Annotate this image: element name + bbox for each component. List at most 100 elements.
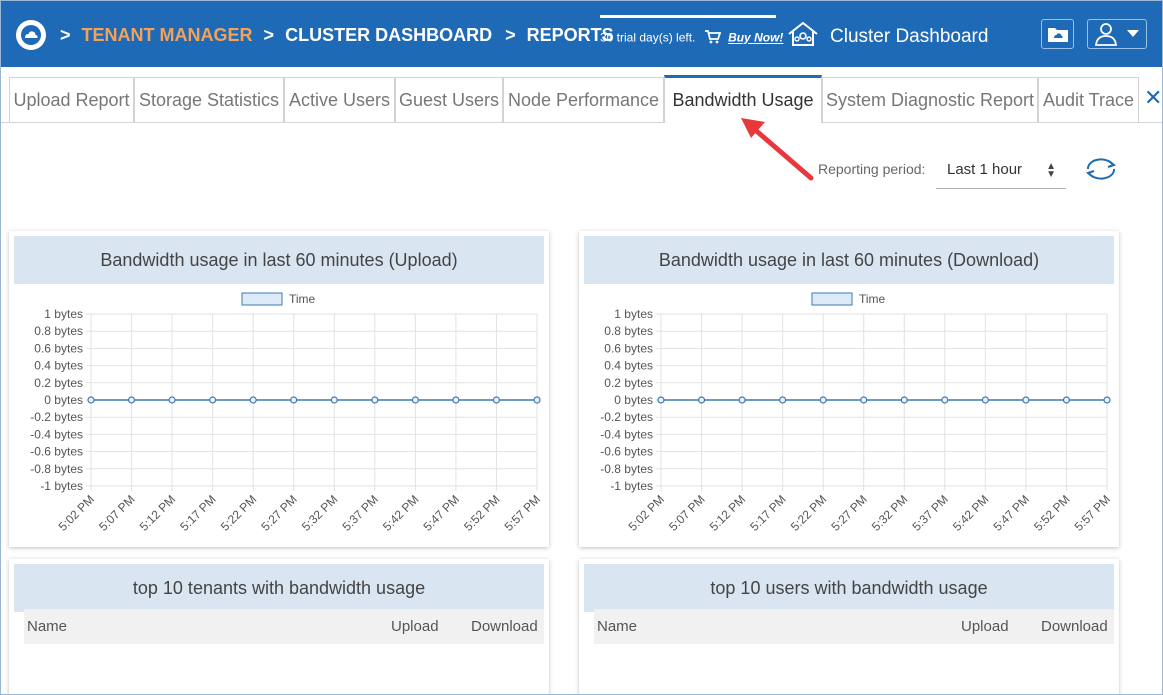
column-download[interactable]: Download <box>471 618 538 635</box>
user-icon <box>1095 23 1118 46</box>
x-tick-label: 5:37 PM <box>909 492 951 534</box>
x-tick-label: 5:32 PM <box>869 492 911 534</box>
legend-swatch <box>811 292 853 306</box>
x-tick-label: 5:22 PM <box>788 492 830 534</box>
data-point <box>127 396 136 404</box>
x-tick-label: 5:07 PM <box>666 492 708 534</box>
y-tick-label: -0.4 bytes <box>600 427 653 441</box>
cloud-logo-icon <box>17 21 45 49</box>
data-point <box>941 396 949 404</box>
y-tick-label: -1 bytes <box>40 479 83 493</box>
trial-notice: 30 trial day(s) left. Buy Now! <box>600 30 783 47</box>
buy-now-link[interactable]: Buy Now! <box>728 31 783 45</box>
tab-storage-statistics[interactable]: Storage Statistics <box>134 77 284 122</box>
data-point <box>981 396 989 404</box>
y-tick-label: 0.2 bytes <box>34 376 83 390</box>
chevron-down-icon <box>1127 30 1139 37</box>
tab-guest-users[interactable]: Guest Users <box>395 77 503 122</box>
y-tick-label: -0.8 bytes <box>30 462 83 476</box>
data-point <box>371 396 379 404</box>
y-tick-label: 0 bytes <box>614 393 653 407</box>
x-tick-label: 5:42 PM <box>380 492 422 534</box>
report-tabs: Upload Report Storage Statistics Active … <box>0 67 1163 123</box>
x-tick-label: 5:52 PM <box>461 492 503 534</box>
x-tick-label: 5:17 PM <box>177 492 219 534</box>
legend-label: Time <box>289 292 316 306</box>
x-tick-label: 5:57 PM <box>502 492 544 534</box>
x-tick-label: 5:37 PM <box>339 492 381 534</box>
data-point <box>779 396 787 404</box>
top-tenants-title: top 10 tenants with bandwidth usage <box>14 564 544 612</box>
x-tick-label: 5:02 PM <box>56 492 98 534</box>
column-name[interactable]: Name <box>597 618 637 635</box>
y-tick-label: 1 bytes <box>614 307 653 321</box>
x-tick-label: 5:52 PM <box>1031 492 1073 534</box>
download-chart: Time 1 bytes 0.8 bytes 0.6 bytes 0.4 bytes 0.… <box>600 292 1113 534</box>
x-tick-label: 5:47 PM <box>991 492 1033 534</box>
data-point <box>209 396 217 404</box>
cluster-home-icon <box>786 20 820 53</box>
refresh-button[interactable] <box>1084 156 1118 187</box>
column-upload[interactable]: Upload <box>391 618 439 635</box>
x-tick-label: 5:17 PM <box>747 492 789 534</box>
x-tick-label: 5:12 PM <box>137 492 179 534</box>
y-tick-label: -0.6 bytes <box>600 445 653 459</box>
x-tick-label: 5:42 PM <box>950 492 992 534</box>
y-tick-label: 0 bytes <box>44 393 83 407</box>
report-toolbar: Reporting period: Last 1 hour ▲ ▼ <box>0 123 1163 201</box>
tab-system-diagnostic-report[interactable]: System Diagnostic Report <box>822 77 1038 122</box>
app-logo[interactable] <box>16 20 46 50</box>
y-tick-label: -0.4 bytes <box>30 427 83 441</box>
select-caret-icon: ▲ ▼ <box>1046 161 1056 180</box>
x-tick-label: 5:12 PM <box>707 492 749 534</box>
top-tenants-table-header: Name Upload Download <box>24 609 544 644</box>
breadcrumb-tenant-manager[interactable]: TENANT MANAGER <box>82 25 253 45</box>
reporting-period-value: Last 1 hour <box>947 161 1023 178</box>
top-header: > TENANT MANAGER > CLUSTER DASHBOARD > R… <box>0 0 1163 67</box>
column-upload[interactable]: Upload <box>961 618 1009 635</box>
user-menu-button[interactable] <box>1087 19 1147 49</box>
y-tick-label: -0.2 bytes <box>30 410 83 424</box>
tab-upload-report[interactable]: Upload Report <box>9 77 134 122</box>
y-tick-label: -0.6 bytes <box>30 445 83 459</box>
breadcrumb: > TENANT MANAGER > CLUSTER DASHBOARD > R… <box>60 24 614 46</box>
reporting-period-select[interactable]: Last 1 hour ▲ ▼ <box>936 153 1066 189</box>
header-title: Cluster Dashboard <box>830 26 989 47</box>
tab-audit-trace[interactable]: Audit Trace <box>1038 77 1139 122</box>
x-tick-label: 5:27 PM <box>828 492 870 534</box>
close-icon[interactable]: ✕ <box>1144 85 1162 111</box>
data-point <box>492 396 501 404</box>
data-point <box>290 396 298 404</box>
data-point <box>249 396 257 404</box>
refresh-icon <box>1085 158 1117 180</box>
x-tick-label: 5:32 PM <box>299 492 341 534</box>
data-point <box>87 396 95 404</box>
cart-icon <box>704 30 721 47</box>
column-name[interactable]: Name <box>27 618 67 635</box>
data-point <box>168 396 176 404</box>
folder-button[interactable] <box>1041 19 1074 49</box>
column-download[interactable]: Download <box>1041 618 1108 635</box>
breadcrumb-separator: > <box>60 24 71 45</box>
y-tick-label: 0.8 bytes <box>604 324 653 338</box>
data-point <box>860 396 868 404</box>
y-tick-label: 0.6 bytes <box>34 341 83 355</box>
y-tick-label: -0.8 bytes <box>600 462 653 476</box>
cloud-folder-icon <box>1047 28 1068 42</box>
data-point <box>819 396 827 404</box>
tab-active-users[interactable]: Active Users <box>284 77 395 122</box>
x-tick-label: 5:47 PM <box>421 492 463 534</box>
trial-days-text: 30 trial day(s) left. <box>600 30 696 45</box>
y-tick-label: 0.6 bytes <box>604 341 653 355</box>
data-point <box>330 396 338 404</box>
breadcrumb-separator: > <box>505 24 516 45</box>
breadcrumb-cluster-dashboard[interactable]: CLUSTER DASHBOARD <box>285 25 492 45</box>
x-tick-label: 5:02 PM <box>626 492 668 534</box>
x-tick-label: 5:27 PM <box>258 492 300 534</box>
tab-node-performance[interactable]: Node Performance <box>503 77 664 122</box>
tab-bandwidth-usage[interactable]: Bandwidth Usage <box>664 75 822 123</box>
y-tick-label: 0.4 bytes <box>34 359 83 373</box>
x-tick-label: 5:07 PM <box>96 492 138 534</box>
top-tenants-card: top 10 tenants with bandwidth usage Name… <box>9 559 549 695</box>
y-tick-label: -1 bytes <box>610 479 653 493</box>
